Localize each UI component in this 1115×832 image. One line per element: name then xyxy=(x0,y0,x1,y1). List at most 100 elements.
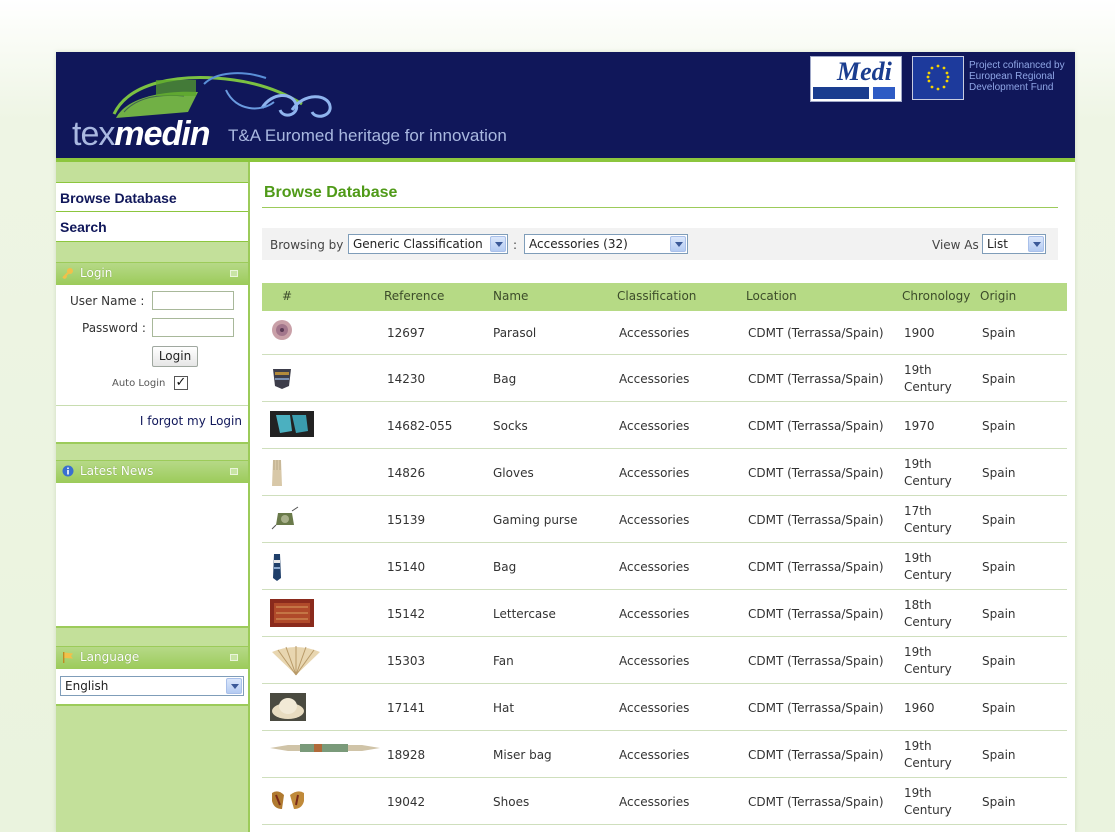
item-thumbnail[interactable] xyxy=(270,411,314,440)
item-chronology-line1: 19th xyxy=(904,645,932,659)
table-header: # Reference Name Classification Location… xyxy=(262,283,1067,311)
item-origin: Spain xyxy=(982,748,1016,762)
table-row[interactable]: 12697 Parasol Accessories CDMT (Terrassa/Sp… xyxy=(262,311,1067,355)
reference-link[interactable]: 17141 xyxy=(387,701,425,715)
column-header-chronology[interactable]: Chronology xyxy=(902,289,970,303)
password-input[interactable] xyxy=(152,318,234,337)
table-row[interactable]: 14682-055 Socks Accessories CDMT (Terrassa/… xyxy=(262,402,1067,449)
eu-cofinanced-text: Project cofinanced by European Regional … xyxy=(969,60,1065,93)
reference-link[interactable]: 14826 xyxy=(387,466,425,480)
item-thumbnail[interactable] xyxy=(270,646,322,679)
reference-link[interactable]: 14682-055 xyxy=(387,419,452,433)
category-select[interactable]: Accessories (32) xyxy=(524,234,688,254)
reference-link[interactable]: 19042 xyxy=(387,795,425,809)
chevron-down-icon[interactable] xyxy=(670,236,686,252)
reference-link[interactable]: 15140 xyxy=(387,560,425,574)
item-location: CDMT (Terrassa/Spain) xyxy=(748,560,884,574)
reference-link[interactable]: 15142 xyxy=(387,607,425,621)
classification-select[interactable]: Generic Classification xyxy=(348,234,508,254)
login-panel: Login User Name : Password : Login Auto … xyxy=(56,262,248,444)
item-origin: Spain xyxy=(982,795,1016,809)
nav-search[interactable]: Search xyxy=(56,212,248,242)
item-classification: Accessories xyxy=(619,654,690,668)
table-row[interactable]: 15140 Bag Accessories CDMT (Terrassa/Spain)… xyxy=(262,543,1067,590)
nav-browse-database[interactable]: Browse Database xyxy=(56,182,248,212)
item-chronology-line2: Century xyxy=(904,380,952,394)
chevron-down-icon[interactable] xyxy=(226,678,242,694)
item-chronology-line1: 19th xyxy=(904,457,932,471)
collapse-icon[interactable] xyxy=(230,468,238,475)
item-name: Fan xyxy=(493,654,514,668)
item-classification: Accessories xyxy=(619,560,690,574)
reference-link[interactable]: 18928 xyxy=(387,748,425,762)
reference-link[interactable]: 15303 xyxy=(387,654,425,668)
table-row[interactable]: 14230 Bag Accessories CDMT (Terrassa/Spain)… xyxy=(262,355,1067,402)
browse-toolbar: Browsing by Generic Classification : Acc… xyxy=(262,228,1058,260)
item-name: Miser bag xyxy=(493,748,552,762)
item-location: CDMT (Terrassa/Spain) xyxy=(748,701,884,715)
column-header-origin[interactable]: Origin xyxy=(980,289,1016,303)
reference-link[interactable]: 14230 xyxy=(387,372,425,386)
reference-link[interactable]: 15139 xyxy=(387,513,425,527)
table-row[interactable]: 15142 Lettercase Accessories CDMT (Terrassa… xyxy=(262,590,1067,637)
item-thumbnail[interactable] xyxy=(270,552,284,585)
item-thumbnail[interactable] xyxy=(270,505,300,534)
site-logo[interactable]: texmedin xyxy=(72,117,210,151)
divider xyxy=(56,405,248,406)
table-row[interactable]: 19042 Shoes Accessories CDMT (Terrassa/Spai… xyxy=(262,778,1067,825)
item-origin: Spain xyxy=(982,513,1016,527)
view-select[interactable]: List xyxy=(982,234,1046,254)
auto-login-checkbox[interactable]: ✓ xyxy=(174,376,188,390)
item-origin: Spain xyxy=(982,560,1016,574)
chevron-down-icon[interactable] xyxy=(1028,236,1044,252)
select-separator: : xyxy=(513,238,518,252)
reference-link[interactable]: 12697 xyxy=(387,326,425,340)
item-chronology-line2: Century xyxy=(904,568,952,582)
nav-browse-database-label: Browse Database xyxy=(60,190,177,206)
language-select[interactable]: English xyxy=(60,676,244,696)
item-thumbnail[interactable] xyxy=(270,693,306,724)
username-input[interactable] xyxy=(152,291,234,310)
item-thumbnail[interactable] xyxy=(270,364,294,393)
item-origin: Spain xyxy=(982,466,1016,480)
collapse-icon[interactable] xyxy=(230,270,238,277)
item-name: Gloves xyxy=(493,466,534,480)
item-thumbnail[interactable] xyxy=(270,787,306,816)
item-thumbnail[interactable] xyxy=(270,599,314,630)
language-panel-title: Language xyxy=(80,650,140,664)
page: texmedin T&A Euromed heritage for innova… xyxy=(56,52,1075,832)
item-chronology-line2: Century xyxy=(904,662,952,676)
column-header-name[interactable]: Name xyxy=(493,289,528,303)
item-thumbnail[interactable] xyxy=(270,318,294,345)
item-thumbnail[interactable] xyxy=(270,740,380,759)
chevron-down-icon[interactable] xyxy=(490,236,506,252)
table-row[interactable]: 17141 Hat Accessories CDMT (Terrassa/Spain)… xyxy=(262,684,1067,731)
item-location: CDMT (Terrassa/Spain) xyxy=(748,419,884,433)
table-row[interactable]: 15139 Gaming purse Accessories CDMT (Terras… xyxy=(262,496,1067,543)
item-name: Parasol xyxy=(493,326,537,340)
nav-search-label: Search xyxy=(60,219,107,235)
item-classification: Accessories xyxy=(619,513,690,527)
view-as-label: View As xyxy=(932,238,979,252)
item-location: CDMT (Terrassa/Spain) xyxy=(748,654,884,668)
item-location: CDMT (Terrassa/Spain) xyxy=(748,795,884,809)
login-button[interactable]: Login xyxy=(152,346,198,367)
item-chronology-line1: 18th xyxy=(904,598,932,612)
item-origin: Spain xyxy=(982,419,1016,433)
item-chronology-line2: Century xyxy=(904,803,952,817)
flag-icon xyxy=(63,652,73,663)
table-row[interactable]: 14826 Gloves Accessories CDMT (Terrassa/Spa… xyxy=(262,449,1067,496)
column-header-location[interactable]: Location xyxy=(746,289,797,303)
item-chronology: 1900 xyxy=(904,326,935,340)
column-header-reference[interactable]: Reference xyxy=(384,289,444,303)
item-thumbnail[interactable] xyxy=(270,458,284,491)
item-location: CDMT (Terrassa/Spain) xyxy=(748,607,884,621)
item-location: CDMT (Terrassa/Spain) xyxy=(748,326,884,340)
column-header-classification[interactable]: Classification xyxy=(617,289,696,303)
key-icon xyxy=(62,268,73,279)
forgot-login-link[interactable]: I forgot my Login xyxy=(140,414,242,428)
table-row[interactable]: 15303 Fan Accessories CDMT (Terrassa/Spain)… xyxy=(262,637,1067,684)
news-panel-header: Latest News xyxy=(56,461,248,483)
table-row[interactable]: 18928 Miser bag Accessories CDMT (Terrassa/… xyxy=(262,731,1067,778)
collapse-icon[interactable] xyxy=(230,654,238,661)
